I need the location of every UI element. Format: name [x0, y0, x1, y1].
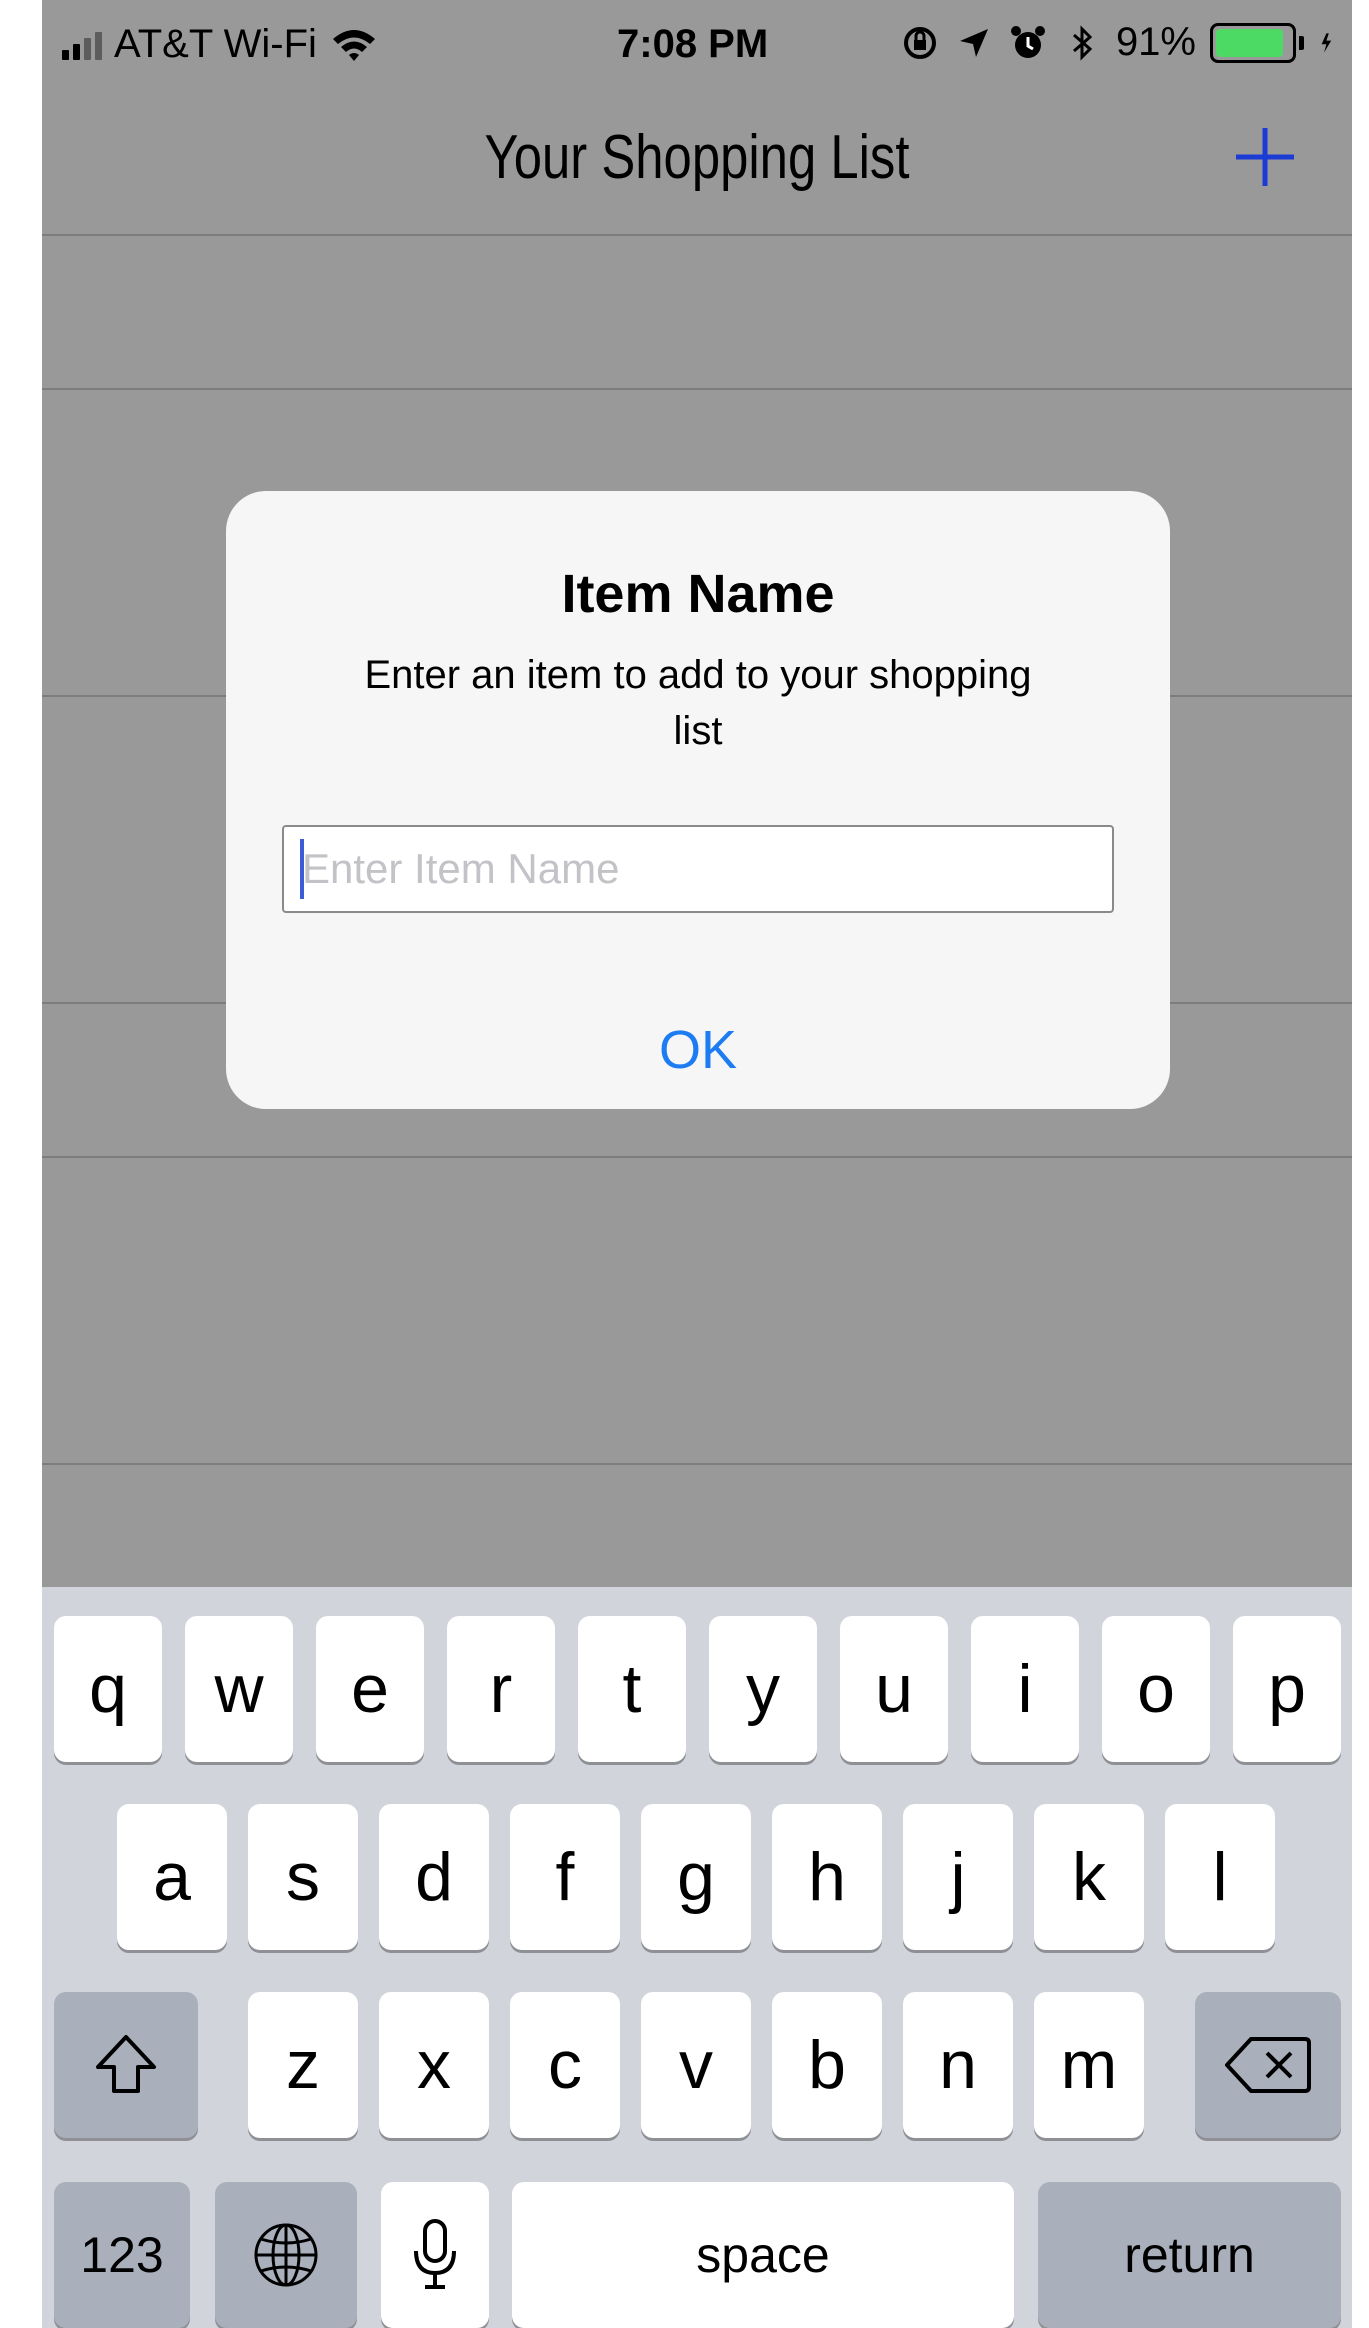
- delete-key[interactable]: [1195, 1992, 1341, 2138]
- item-name-alert: Item Name Enter an item to add to your s…: [226, 491, 1170, 1109]
- alert-title: Item Name: [561, 564, 835, 624]
- key-v[interactable]: v: [641, 1992, 751, 2138]
- page-title: Your Shopping List: [484, 123, 910, 192]
- key-u[interactable]: u: [840, 1616, 948, 1762]
- status-time: 7:08 PM: [617, 22, 769, 66]
- status-bar: AT&T Wi-Fi 7:08 PM 91%: [42, 0, 1352, 100]
- microphone-icon: [414, 2219, 456, 2289]
- status-left: AT&T Wi-Fi: [62, 22, 379, 67]
- key-a[interactable]: a: [117, 1804, 227, 1950]
- signal-icon: [62, 30, 102, 60]
- wifi-icon: [332, 29, 375, 61]
- location-icon: [959, 28, 988, 57]
- alarm-icon: [1010, 25, 1045, 58]
- return-key[interactable]: return: [1038, 2182, 1341, 2328]
- status-right: 91%: [900, 20, 1342, 65]
- key-o[interactable]: o: [1102, 1616, 1210, 1762]
- numbers-key[interactable]: 123: [54, 2182, 190, 2328]
- key-w[interactable]: w: [185, 1616, 293, 1762]
- key-q[interactable]: q: [54, 1616, 162, 1762]
- key-c[interactable]: c: [510, 1992, 620, 2138]
- navigation-bar: Your Shopping List: [42, 100, 1352, 236]
- key-s[interactable]: s: [248, 1804, 358, 1950]
- key-n[interactable]: n: [903, 1992, 1013, 2138]
- table-row[interactable]: [42, 1158, 1352, 1465]
- battery-fill: [1216, 28, 1284, 57]
- key-p[interactable]: p: [1233, 1616, 1341, 1762]
- key-m[interactable]: m: [1034, 1992, 1144, 2138]
- shift-icon: [96, 2035, 156, 2093]
- delete-icon: [1225, 2037, 1311, 2093]
- key-f[interactable]: f: [510, 1804, 620, 1950]
- key-h[interactable]: h: [772, 1804, 882, 1950]
- bluetooth-icon: [1072, 24, 1093, 61]
- left-margin: [0, 0, 42, 2328]
- phone-screen: AT&T Wi-Fi 7:08 PM 91% Your Shopping Lis…: [42, 0, 1352, 2328]
- battery-icon: [1210, 22, 1304, 63]
- battery-percent: 91%: [1115, 20, 1196, 64]
- text-caret: [300, 839, 304, 899]
- key-e[interactable]: e: [316, 1616, 424, 1762]
- space-key[interactable]: space: [512, 2182, 1014, 2328]
- globe-icon: [254, 2223, 318, 2287]
- shift-key[interactable]: [54, 1992, 198, 2138]
- globe-key[interactable]: [215, 2182, 357, 2328]
- ok-button[interactable]: OK: [226, 991, 1170, 1109]
- microphone-key[interactable]: [381, 2182, 489, 2328]
- key-l[interactable]: l: [1165, 1804, 1275, 1950]
- table-row[interactable]: [42, 236, 1352, 390]
- key-z[interactable]: z: [248, 1992, 358, 2138]
- keyboard: q w e r t y u i o p a s d f g h j k l z …: [42, 1587, 1352, 2328]
- key-i[interactable]: i: [971, 1616, 1079, 1762]
- key-j[interactable]: j: [903, 1804, 1013, 1950]
- plus-icon[interactable]: [1230, 122, 1300, 192]
- alert-message: Enter an item to add to your shopping li…: [364, 653, 1032, 753]
- key-g[interactable]: g: [641, 1804, 751, 1950]
- carrier-label: AT&T Wi-Fi: [114, 22, 317, 66]
- charging-icon: [1321, 32, 1332, 53]
- key-k[interactable]: k: [1034, 1804, 1144, 1950]
- key-d[interactable]: d: [379, 1804, 489, 1950]
- orientation-lock-icon: [903, 26, 936, 59]
- key-x[interactable]: x: [379, 1992, 489, 2138]
- item-name-input[interactable]: [282, 825, 1114, 913]
- key-t[interactable]: t: [578, 1616, 686, 1762]
- key-y[interactable]: y: [709, 1616, 817, 1762]
- key-r[interactable]: r: [447, 1616, 555, 1762]
- key-b[interactable]: b: [772, 1992, 882, 2138]
